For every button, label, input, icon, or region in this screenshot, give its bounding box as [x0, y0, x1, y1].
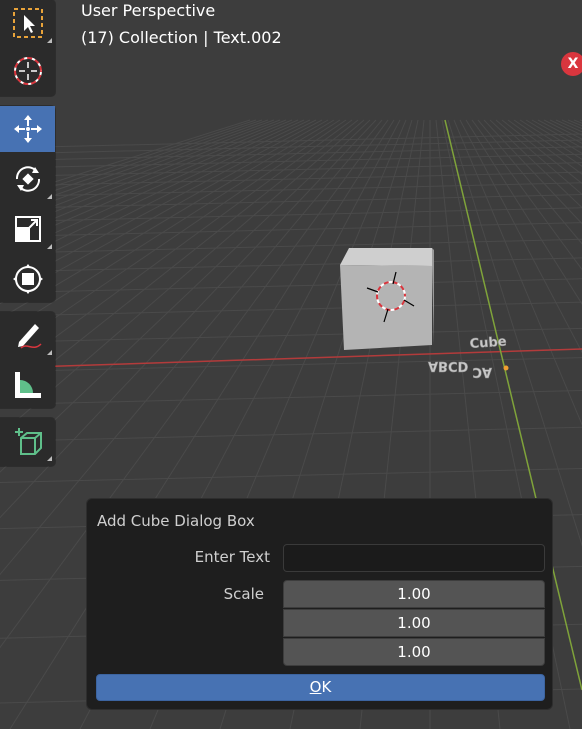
viewport-title: User Perspective [81, 1, 216, 20]
cube-object [340, 248, 434, 350]
enter-text-input[interactable] [283, 544, 545, 572]
toolbar-group-transform [0, 106, 55, 302]
tool-annotate[interactable] [0, 312, 55, 358]
tool-add-cube[interactable] [0, 418, 55, 464]
ok-label-rest: K [321, 678, 332, 696]
rotate-icon [15, 166, 40, 192]
collection-info: (17) Collection | Text.002 [81, 28, 282, 47]
tool-transform[interactable] [0, 256, 55, 302]
toolbar-group-select [0, 0, 55, 96]
toolbar-group-annotate [0, 312, 55, 408]
scale-icon [14, 216, 41, 242]
cursor-icon [13, 57, 42, 85]
scale-y-field[interactable]: 1.00 [283, 609, 545, 637]
scene-text-cube: Cube [469, 334, 507, 352]
toolbar-group-add [0, 418, 55, 466]
enter-text-label: Enter Text [194, 548, 270, 566]
tool-move[interactable] [0, 106, 55, 152]
dialog-title: Add Cube Dialog Box [97, 512, 255, 530]
move-icon [13, 115, 42, 143]
add-cube-icon [14, 428, 42, 455]
scale-z-field[interactable]: 1.00 [283, 638, 545, 666]
ok-button[interactable]: OK [96, 674, 545, 701]
annotate-icon [17, 324, 42, 349]
tool-scale[interactable] [0, 206, 55, 252]
scene-text-abcd: ABCD [428, 358, 469, 373]
tool-rotate[interactable] [0, 156, 55, 202]
tool-select-box[interactable] [0, 0, 55, 46]
close-button[interactable]: X [561, 52, 582, 76]
select-box-icon [12, 8, 43, 38]
scene-text-ac: AC [472, 364, 492, 379]
tool-measure[interactable] [0, 362, 55, 408]
object-origin [503, 365, 509, 371]
measure-icon [14, 372, 41, 398]
transform-icon [12, 264, 43, 294]
scale-label: Scale [223, 585, 264, 603]
scale-x-field[interactable]: 1.00 [283, 580, 545, 608]
tool-cursor[interactable] [0, 48, 55, 94]
add-cube-dialog: Add Cube Dialog Box Enter Text Scale 1.0… [86, 498, 553, 710]
ok-label-accelerator: O [309, 678, 322, 696]
